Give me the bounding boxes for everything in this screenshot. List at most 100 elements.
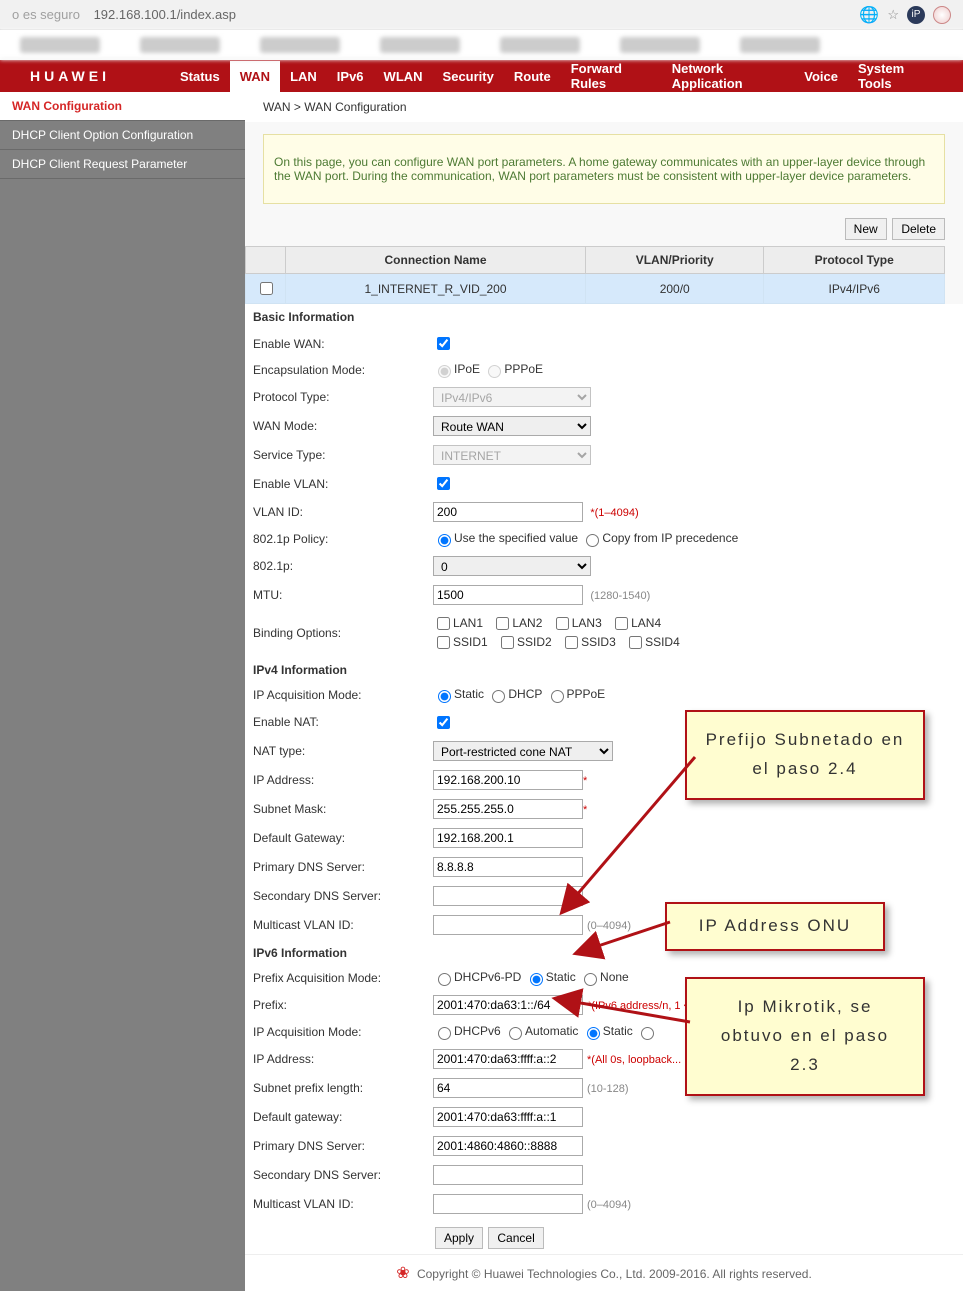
lbl-subnet: Subnet Mask:	[245, 794, 425, 823]
rb-8021p-spec-label: Use the specified value	[454, 531, 578, 545]
cb-enable-wan[interactable]	[437, 337, 450, 350]
rb-dhcpv6pd[interactable]	[438, 973, 451, 986]
rb-prefix-none-label: None	[600, 970, 629, 984]
cb-ssid2[interactable]	[501, 636, 514, 649]
rb-pppoe[interactable]	[488, 365, 501, 378]
lbl-pdns6: Primary DNS Server:	[245, 1132, 425, 1161]
in-gw4[interactable]	[433, 828, 583, 848]
side-wan-config[interactable]: WAN Configuration	[0, 92, 245, 121]
cb-ssid3-label: SSID3	[581, 635, 616, 649]
lbl-8021p: 802.1p:	[245, 552, 425, 581]
rb-auto6[interactable]	[509, 1027, 522, 1040]
hint-mvid6: (0–4094)	[587, 1199, 631, 1211]
in-sdns4[interactable]	[433, 886, 583, 906]
in-ipaddr4[interactable]	[433, 770, 583, 790]
brand-logo: HUAWEI	[30, 68, 110, 84]
in-gw6[interactable]	[433, 1107, 583, 1127]
nav-wan[interactable]: WAN	[230, 61, 280, 92]
nav-ipv6[interactable]: IPv6	[327, 61, 374, 92]
sel-wan-mode[interactable]: Route WAN	[433, 416, 591, 436]
star-icon[interactable]: ☆	[887, 7, 899, 23]
row-vlan: 200/0	[586, 274, 764, 304]
top-nav: HUAWEI Status WAN LAN IPv6 WLAN Security…	[0, 60, 963, 92]
cb-lan1[interactable]	[437, 617, 450, 630]
rb-prefix-static[interactable]	[530, 973, 543, 986]
row-checkbox[interactable]	[260, 282, 273, 295]
in-prefix[interactable]	[433, 995, 583, 1015]
cb-lan3[interactable]	[556, 617, 569, 630]
apply-button[interactable]: Apply	[435, 1227, 483, 1249]
cb-lan2[interactable]	[496, 617, 509, 630]
rb-extra6[interactable]	[641, 1027, 654, 1040]
delete-button[interactable]: Delete	[892, 218, 945, 240]
in-mtu[interactable]	[433, 585, 583, 605]
footer: ❀ Copyright © Huawei Technologies Co., L…	[245, 1254, 963, 1291]
sel-service[interactable]: INTERNET	[433, 445, 591, 465]
callout-mikrotik: Ip Mikrotik, se obtuvo en el paso 2.3	[685, 977, 925, 1096]
rb-8021p-spec[interactable]	[438, 534, 451, 547]
browser-address-bar: o es seguro 192.168.100.1/index.asp 🌐 ☆ …	[0, 0, 963, 30]
sel-8021p[interactable]: 0	[433, 556, 591, 576]
rb-static6[interactable]	[587, 1027, 600, 1040]
in-subnet[interactable]	[433, 799, 583, 819]
nav-wlan[interactable]: WLAN	[374, 61, 433, 92]
sel-proto[interactable]: IPv4/IPv6	[433, 387, 591, 407]
info-box: On this page, you can configure WAN port…	[263, 134, 945, 204]
rb-static6-label: Static	[603, 1024, 633, 1038]
cb-lan4-label: LAN4	[631, 616, 661, 630]
lbl-gw4: Default Gateway:	[245, 823, 425, 852]
nav-status[interactable]: Status	[170, 61, 230, 92]
nav-route[interactable]: Route	[504, 61, 561, 92]
cb-enable-vlan[interactable]	[437, 477, 450, 490]
in-mvid4[interactable]	[433, 915, 583, 935]
sel-nat-type[interactable]: Port-restricted cone NAT	[433, 741, 613, 761]
row-conn-name: 1_INTERNET_R_VID_200	[286, 274, 586, 304]
rb-static4[interactable]	[438, 690, 451, 703]
col-vlan: VLAN/Priority	[586, 247, 764, 274]
lbl-prefix: Prefix:	[245, 991, 425, 1020]
side-dhcp-option[interactable]: DHCP Client Option Configuration	[0, 121, 245, 150]
in-sdns6[interactable]	[433, 1165, 583, 1185]
nav-security[interactable]: Security	[433, 61, 504, 92]
row-proto: IPv4/IPv6	[764, 274, 945, 304]
rb-prefix-none[interactable]	[584, 973, 597, 986]
cb-ssid1[interactable]	[437, 636, 450, 649]
in-vlan-id[interactable]	[433, 502, 583, 522]
in-pdns4[interactable]	[433, 857, 583, 877]
in-ipaddr6[interactable]	[433, 1049, 583, 1069]
hint-vlan: *(1–4094)	[590, 507, 638, 519]
url-text: o es seguro 192.168.100.1/index.asp	[12, 7, 236, 22]
connection-row[interactable]: 1_INTERNET_R_VID_200 200/0 IPv4/IPv6	[246, 274, 945, 304]
nav-lan[interactable]: LAN	[280, 61, 327, 92]
in-mvid6[interactable]	[433, 1194, 583, 1214]
lbl-splen: Subnet prefix length:	[245, 1074, 425, 1103]
ext-circle-icon[interactable]	[933, 6, 951, 24]
lbl-ipacq6: IP Acquisition Mode:	[245, 1020, 425, 1045]
rb-pppoe4[interactable]	[551, 690, 564, 703]
lbl-enable-wan: Enable WAN:	[245, 330, 425, 358]
nav-voice[interactable]: Voice	[794, 61, 848, 92]
rb-dhcp4[interactable]	[492, 690, 505, 703]
cancel-button[interactable]: Cancel	[488, 1227, 543, 1249]
in-pdns6[interactable]	[433, 1136, 583, 1156]
new-button[interactable]: New	[845, 218, 887, 240]
translate-icon[interactable]: 🌐	[859, 5, 879, 25]
rb-static4-label: Static	[454, 687, 484, 701]
insecure-label: o es seguro	[12, 7, 80, 22]
side-dhcp-request[interactable]: DHCP Client Request Parameter	[0, 150, 245, 179]
rb-dhcpv6[interactable]	[438, 1027, 451, 1040]
cb-lan4[interactable]	[615, 617, 628, 630]
section-basic: Basic Information	[245, 304, 963, 330]
cb-ssid3[interactable]	[565, 636, 578, 649]
rb-ipoe-label: IPoE	[454, 362, 480, 376]
in-splen[interactable]	[433, 1078, 583, 1098]
cb-ssid4[interactable]	[629, 636, 642, 649]
ext-ip-icon[interactable]: iP	[907, 6, 925, 24]
cb-nat[interactable]	[437, 716, 450, 729]
col-checkbox	[246, 247, 286, 274]
footer-text: Copyright © Huawei Technologies Co., Ltd…	[417, 1267, 812, 1281]
rb-8021p-copy[interactable]	[586, 534, 599, 547]
callout-prefix: Prefijo Subnetado en el paso 2.4	[685, 710, 925, 800]
rb-ipoe[interactable]	[438, 365, 451, 378]
rb-auto6-label: Automatic	[525, 1024, 578, 1038]
